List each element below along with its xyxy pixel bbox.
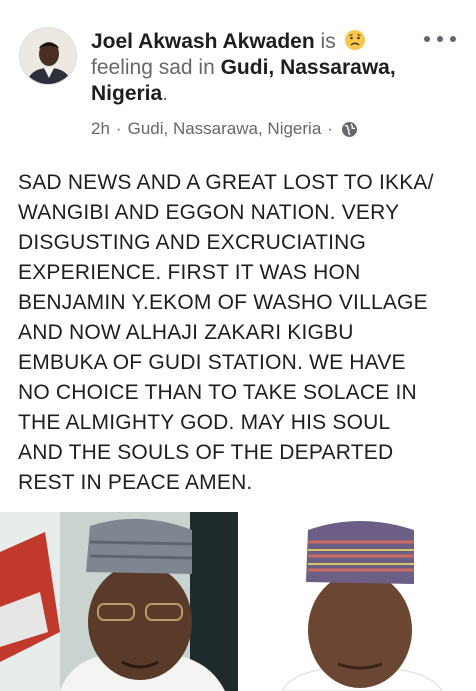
meta-location[interactable]: Gudi, Nassarawa, Nigeria [128,118,322,140]
separator: · [115,119,122,138]
is-text: is [314,30,342,53]
author-avatar[interactable] [19,27,77,85]
post-author-line: Joel Akwash Akwaden is feeling sad in Gu… [91,29,411,107]
post-meta: 2h · Gudi, Nassarawa, Nigeria · [91,118,358,140]
post-header: Joel Akwash Akwaden is feeling sad in Gu… [0,0,476,150]
post-photo-left[interactable] [0,512,238,691]
post-photo-right[interactable] [242,512,476,691]
post-time[interactable]: 2h [91,118,110,140]
post-body-text: SAD NEWS AND A GREAT LOST TO IKKA/ WANGI… [18,171,434,494]
feeling-text: feeling sad in [91,56,221,79]
sad-face-emoji-icon [344,29,366,51]
globe-icon[interactable] [341,121,358,138]
period-text: . [162,82,169,105]
more-options-icon[interactable] [424,30,456,48]
separator: · [327,119,333,138]
author-name[interactable]: Joel Akwash Akwaden [91,30,315,53]
